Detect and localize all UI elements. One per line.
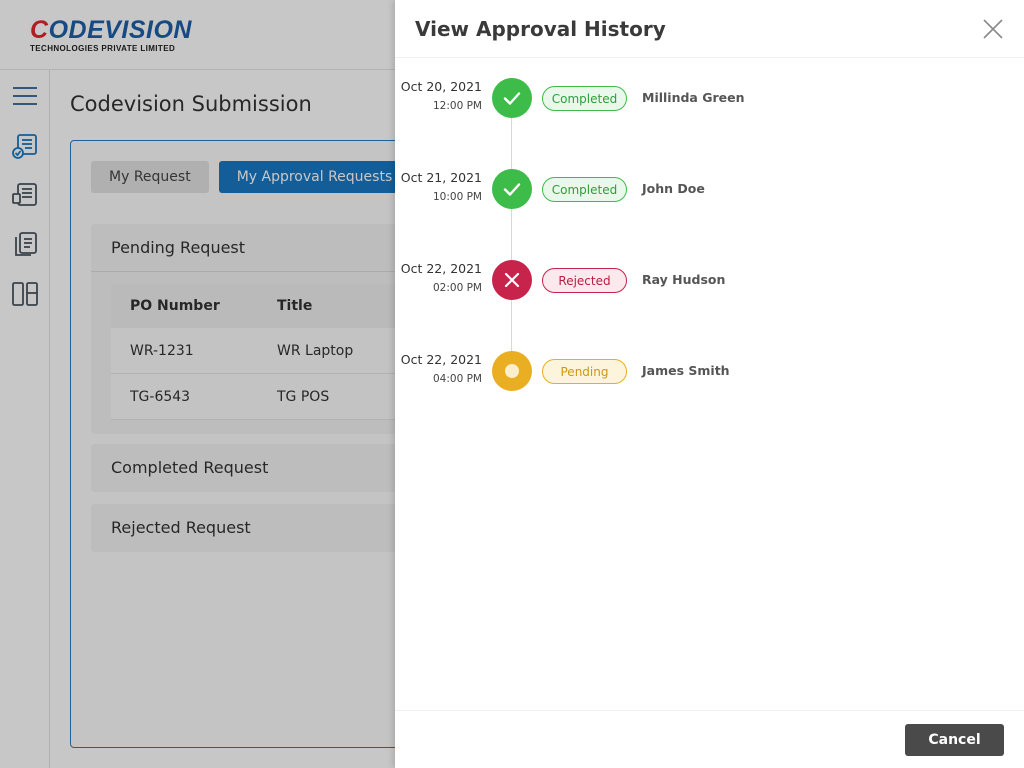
drawer-footer: Cancel xyxy=(395,710,1024,768)
timeline-connector xyxy=(511,100,512,372)
timeline-datetime: Oct 21, 2021 10:00 PM xyxy=(401,170,482,203)
timeline-item: Oct 20, 2021 12:00 PM Completed Millinda… xyxy=(395,72,1024,124)
timeline-item: Oct 21, 2021 10:00 PM Completed John Doe xyxy=(395,163,1024,215)
status-badge: Completed xyxy=(542,177,627,202)
timeline-time: 02:00 PM xyxy=(433,282,482,294)
approver-name: John Doe xyxy=(642,181,705,196)
timeline-date: Oct 22, 2021 xyxy=(400,352,482,367)
approver-name: Millinda Green xyxy=(642,90,745,105)
status-badge: Rejected xyxy=(542,268,627,293)
cancel-button[interactable]: Cancel xyxy=(905,724,1004,756)
drawer-title: View Approval History xyxy=(415,17,666,41)
timeline-datetime: Oct 22, 2021 04:00 PM xyxy=(401,352,482,385)
modal-backdrop[interactable] xyxy=(0,0,395,768)
check-icon xyxy=(492,78,532,118)
drawer-header: View Approval History xyxy=(395,0,1024,58)
approver-name: Ray Hudson xyxy=(642,272,726,287)
timeline-datetime: Oct 20, 2021 12:00 PM xyxy=(401,79,482,112)
timeline-date: Oct 22, 2021 xyxy=(400,261,482,276)
approval-history-drawer: View Approval History Oct 20, 2021 12:00… xyxy=(395,0,1024,768)
cross-icon xyxy=(492,260,532,300)
timeline-date: Oct 21, 2021 xyxy=(400,170,482,185)
approver-name: James Smith xyxy=(642,363,730,378)
check-icon xyxy=(492,169,532,209)
timeline-item: Oct 22, 2021 04:00 PM Pending James Smit… xyxy=(395,345,1024,397)
status-badge: Pending xyxy=(542,359,627,384)
timeline-time: 04:00 PM xyxy=(433,373,482,385)
timeline-date: Oct 20, 2021 xyxy=(400,79,482,94)
timeline-datetime: Oct 22, 2021 02:00 PM xyxy=(401,261,482,294)
timeline-item: Oct 22, 2021 02:00 PM Rejected Ray Hudso… xyxy=(395,254,1024,306)
timeline-time: 10:00 PM xyxy=(433,191,482,203)
timeline-time: 12:00 PM xyxy=(433,100,482,112)
dot-icon xyxy=(492,351,532,391)
close-icon[interactable] xyxy=(982,18,1004,40)
status-badge: Completed xyxy=(542,86,627,111)
